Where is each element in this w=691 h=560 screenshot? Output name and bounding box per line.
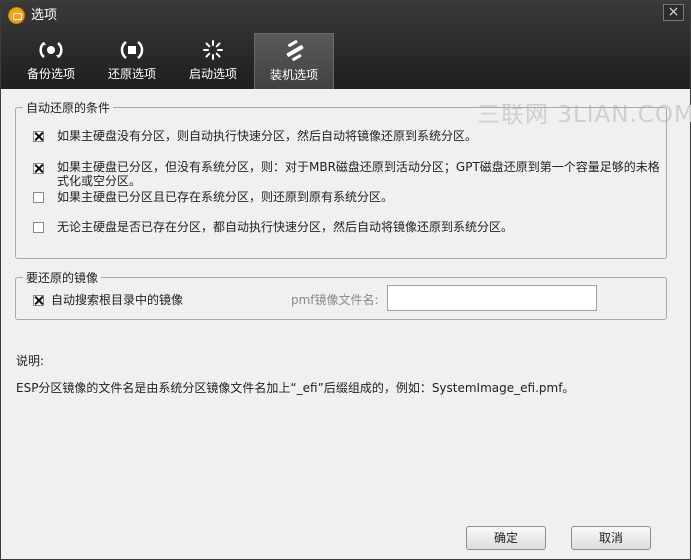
restore-image-legend: 要还原的镜像 [26, 271, 99, 285]
auto-search-image-label: 自动搜索根目录中的镜像 [51, 293, 184, 307]
option-existing-system-partition-label: 如果主硬盘已分区且已存在系统分区，则还原到原有系统分区。 [57, 190, 394, 204]
option-no-system-partition-label-line2: 式化或空分区。 [57, 174, 142, 188]
tab-restore-options[interactable]: 还原选项 [92, 33, 172, 89]
tab-install-options[interactable]: 装机选项 [254, 33, 334, 89]
notes-text: ESP分区镜像的文件名是由系统分区镜像文件名加上“_efi”后缀组成的，例如：S… [16, 381, 575, 395]
checkbox-no-partition[interactable] [33, 131, 44, 142]
ok-button[interactable]: 确定 [466, 526, 546, 550]
tab-bar: 备份选项 还原选项 启动选项 装机选项 [11, 33, 341, 89]
tab-restore-label: 还原选项 [107, 67, 156, 81]
notes-heading: 说明: [16, 354, 45, 368]
checkbox-no-system-partition[interactable] [33, 163, 44, 174]
tab-startup-label: 启动选项 [188, 67, 237, 81]
options-dialog: 选项 × 备份选项 还原选项 启动选项 装机选项 三联网 3LIAN.COM 自… [0, 0, 691, 560]
app-logo-icon [8, 7, 25, 24]
option-always-quick-partition-label: 无论主硬盘是否已存在分区，都自动执行快速分区，然后自动将镜像还原到系统分区。 [57, 220, 514, 234]
pmf-filename-label: pmf镜像文件名: [291, 293, 379, 307]
option-no-system-partition-label-line1: 如果主硬盘已分区，但没有系统分区，则：对于MBR磁盘还原到活动分区；GPT磁盘还… [57, 160, 660, 174]
title-bar: 选项 × 备份选项 还原选项 启动选项 装机选项 [1, 1, 690, 89]
pmf-filename-input[interactable] [387, 285, 597, 311]
auto-restore-legend: 自动还原的条件 [26, 101, 111, 115]
option-no-partition-label: 如果主硬盘没有分区，则自动执行快速分区，然后自动将镜像还原到系统分区。 [57, 129, 478, 143]
window-title: 选项 [31, 8, 58, 23]
cancel-button[interactable]: 取消 [571, 526, 651, 550]
tab-backup-options[interactable]: 备份选项 [11, 33, 91, 89]
restore-icon [120, 41, 144, 59]
backup-icon [39, 42, 63, 58]
tab-backup-label: 备份选项 [26, 67, 75, 81]
tools-icon [286, 40, 304, 61]
checkbox-auto-search-image[interactable] [33, 295, 44, 306]
close-button[interactable]: × [663, 4, 684, 21]
tab-startup-options[interactable]: 启动选项 [173, 33, 253, 89]
tab-install-label: 装机选项 [269, 68, 318, 82]
startup-icon [203, 40, 223, 60]
checkbox-always-quick-partition[interactable] [33, 222, 44, 233]
checkbox-existing-system-partition[interactable] [33, 192, 44, 203]
